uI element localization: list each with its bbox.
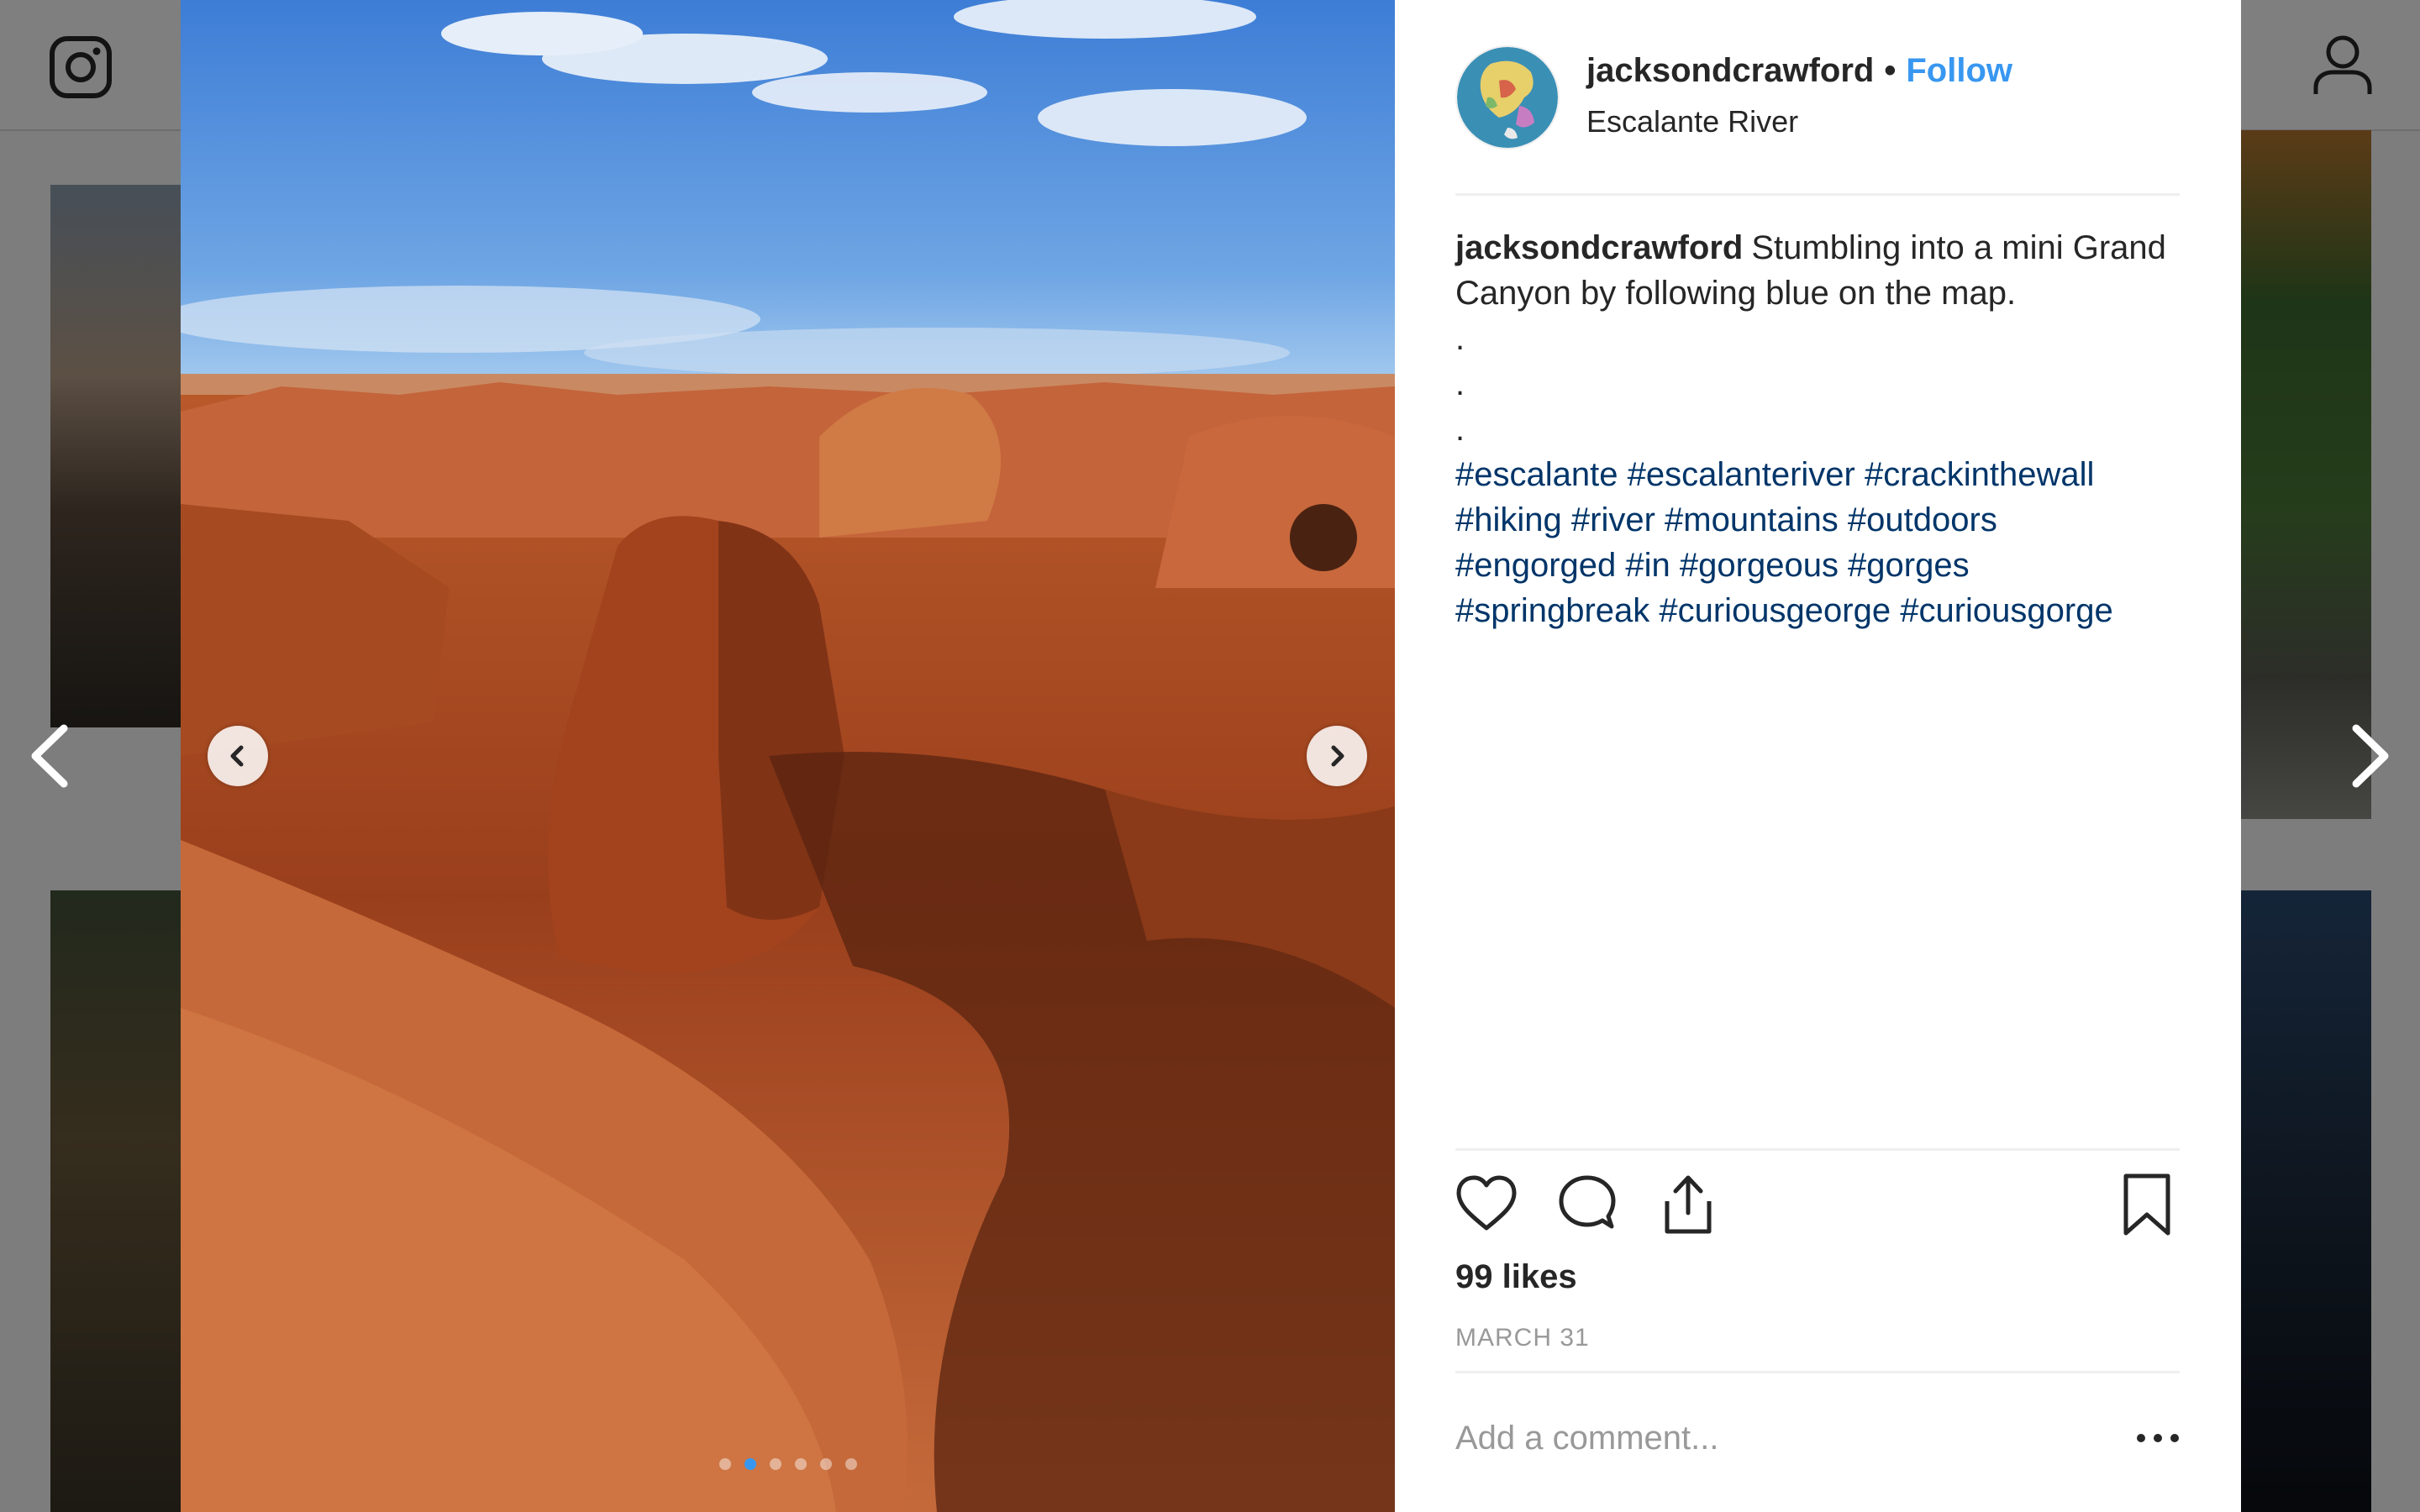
carousel-dot	[794, 1458, 807, 1470]
hashtag-line[interactable]: #hiking #river #mountains #outdoors	[1455, 497, 2180, 543]
divider	[1455, 193, 2180, 196]
post-header: jacksondcrawford • Follow Escalante River	[1455, 45, 2178, 150]
divider	[1455, 1371, 2180, 1373]
share-icon[interactable]	[1657, 1173, 1719, 1236]
post-photo[interactable]	[181, 0, 1395, 1512]
post-details-panel: jacksondcrawford • Follow Escalante River …	[1395, 0, 2241, 1512]
carousel-dot	[844, 1458, 857, 1470]
username-row: jacksondcrawford • Follow	[1586, 52, 2012, 90]
post-date[interactable]: MARCH 31	[1455, 1324, 1590, 1352]
chevron-left-icon	[230, 745, 244, 767]
carousel-prev-button[interactable]	[208, 726, 268, 786]
hashtag-line[interactable]: #escalante #escalanteriver #crackinthewa…	[1455, 452, 2180, 497]
divider	[1455, 1148, 2180, 1151]
canyon-landscape-image	[181, 0, 1395, 1512]
carousel-dot	[819, 1458, 832, 1470]
chevron-right-icon	[1331, 745, 1344, 767]
carousel-dot	[769, 1458, 781, 1470]
carousel-indicator	[181, 1458, 1395, 1470]
separator-dot: •	[1884, 52, 1897, 89]
caption-dot-line: .	[1455, 320, 1465, 357]
avatar[interactable]	[1455, 45, 1560, 150]
heart-icon[interactable]	[1455, 1173, 1518, 1236]
carousel-dot	[718, 1458, 731, 1470]
caption-dot-line: .	[1455, 365, 1465, 402]
post-actions	[1455, 1173, 2180, 1240]
next-post-chevron-right-icon[interactable]	[2341, 718, 2400, 794]
previous-post-chevron-left-icon[interactable]	[20, 718, 79, 794]
username-link[interactable]: jacksondcrawford	[1586, 52, 1874, 89]
caption-dot-line: .	[1455, 411, 1465, 448]
caption-username-link[interactable]: jacksondcrawford	[1455, 229, 1743, 266]
comment-bubble-icon[interactable]	[1556, 1173, 1618, 1236]
post-caption: jacksondcrawford Stumbling into a mini Gr…	[1455, 225, 2180, 633]
carousel-next-button[interactable]	[1307, 726, 1367, 786]
carousel-dot-active	[744, 1458, 756, 1470]
location-link[interactable]: Escalante River	[1586, 104, 1798, 139]
hashtag-line[interactable]: #springbreak #curiousgeorge #curiousgorg…	[1455, 588, 2180, 633]
comment-input[interactable]: Add a comment...	[1455, 1420, 1718, 1457]
bookmark-icon[interactable]	[2116, 1173, 2178, 1236]
globe-avatar-image	[1457, 47, 1558, 148]
likes-count[interactable]: 99 likes	[1455, 1258, 1577, 1296]
follow-button[interactable]: Follow	[1906, 52, 2012, 89]
more-dots-icon[interactable]	[2134, 1428, 2181, 1448]
hashtag-line[interactable]: #engorged #in #gorgeous #gorges	[1455, 543, 2180, 588]
post-modal: jacksondcrawford • Follow Escalante River …	[181, 0, 2241, 1512]
